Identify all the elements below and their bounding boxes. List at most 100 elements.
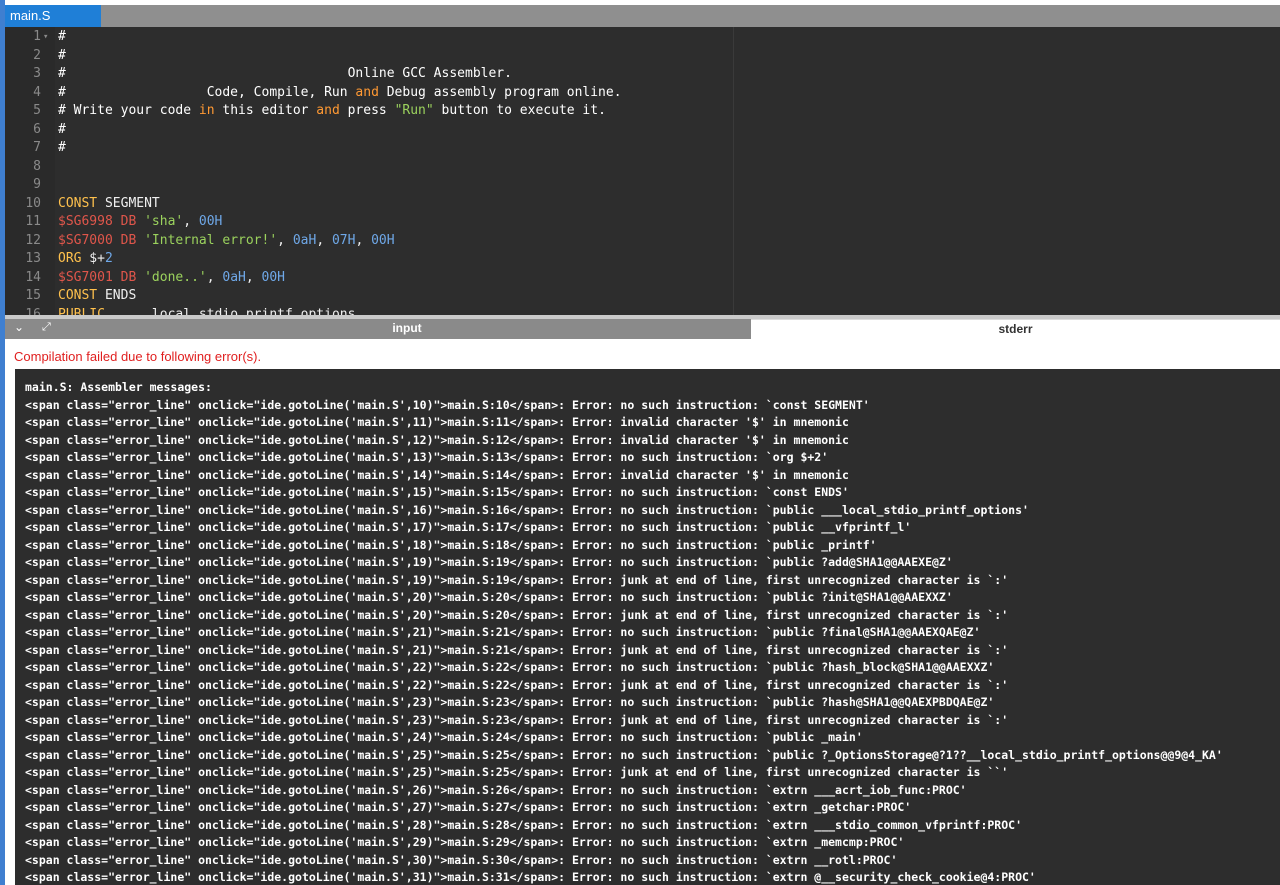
line-number: 8 xyxy=(33,158,41,174)
stderr-console: main.S: Assembler messages: <span class="… xyxy=(15,369,1280,885)
line-code: CONST ENDS xyxy=(58,287,136,306)
code-token: DB xyxy=(120,232,137,248)
code-token: Debug assembly program online. xyxy=(378,84,622,100)
stderr-line: <span class="error_line" onclick="ide.go… xyxy=(25,432,849,447)
line-number: 13 xyxy=(25,251,41,266)
stderr-line: <span class="error_line" onclick="ide.go… xyxy=(25,537,877,552)
stderr-line: <span class="error_line" onclick="ide.go… xyxy=(25,695,995,709)
code-token: # xyxy=(58,140,66,155)
line-number: 6 xyxy=(33,121,41,137)
code-token: , xyxy=(316,232,332,248)
line-number: 7 xyxy=(33,140,41,155)
code-line: 16 PUBLIC ___local_stdio_printf_options xyxy=(5,306,1280,316)
line-number: 10 xyxy=(25,195,41,211)
chevron-down-icon[interactable]: ⌄ xyxy=(14,320,24,334)
code-token: 00H xyxy=(261,269,286,285)
line-code: # Code, Compile, Run and Debug assembly … xyxy=(58,84,622,103)
code-line: 6 # xyxy=(5,121,1280,140)
panel-collapse-controls: ⌄ ⤢ xyxy=(5,319,63,339)
code-line: 3 # Online GCC Assembler. xyxy=(5,65,1280,84)
stderr-line: <span class="error_line" onclick="ide.go… xyxy=(25,660,995,674)
code-token: , xyxy=(277,232,293,248)
stderr-line: <span class="error_line" onclick="ide.go… xyxy=(25,555,953,569)
tab-main-s[interactable]: main.S xyxy=(5,5,101,27)
code-token: # Write your code xyxy=(58,103,199,118)
expand-icon[interactable]: ⤢ xyxy=(42,320,51,334)
code-token: 00H xyxy=(371,232,395,248)
code-token: $+ xyxy=(81,251,105,266)
stderr-line: <span class="error_line" onclick="ide.go… xyxy=(25,467,849,482)
code-line: 4 # Code, Compile, Run and Debug assembly… xyxy=(5,84,1280,103)
code-token: , xyxy=(206,269,223,285)
line-number: 1 xyxy=(33,29,41,44)
line-number: 16 xyxy=(25,306,41,316)
code-token: 07H xyxy=(331,232,356,248)
code-line: 12 $SG7000 DB 'Internal error!', 0aH, 07H… xyxy=(5,232,1280,251)
stderr-line: <span class="error_line" onclick="ide.go… xyxy=(25,590,953,604)
line-number: 15 xyxy=(25,288,41,303)
code-token: PUBLIC xyxy=(58,306,105,316)
code-token: $SG7001 xyxy=(58,269,113,285)
code-editor[interactable]: 1 ▾ #2 #3 # Online GCC Assembler. 4 # Code, Co… xyxy=(5,27,1280,315)
tab-stderr[interactable]: stderr xyxy=(751,319,1280,339)
line-code: # xyxy=(58,47,66,66)
code-token: in xyxy=(198,103,215,118)
stderr-line: <span class="error_line" onclick="ide.go… xyxy=(25,397,870,412)
code-token: 0aH xyxy=(292,232,317,248)
line-code: CONST SEGMENT xyxy=(58,195,160,214)
stderr-line: <span class="error_line" onclick="ide.go… xyxy=(25,607,1009,622)
code-token: and xyxy=(316,103,340,118)
code-token: 00H xyxy=(198,214,223,229)
line-number: 14 xyxy=(25,269,41,285)
stderr-line: <span class="error_line" onclick="ide.go… xyxy=(25,450,829,464)
file-tab-bar: main.S xyxy=(5,5,1280,27)
line-number: 5 xyxy=(33,103,41,118)
line-code: $SG7001 DB 'done..', 0aH, 00H xyxy=(58,269,285,288)
code-token: 'done..' xyxy=(144,269,207,285)
output-panel: Compilation failed due to following erro… xyxy=(5,339,1280,885)
code-token: # Online GCC Assembler. xyxy=(58,66,512,81)
stderr-line: <span class="error_line" onclick="ide.go… xyxy=(25,817,1022,832)
line-code: # xyxy=(58,139,66,158)
code-line: 1 ▾ # xyxy=(5,28,1280,47)
code-token: # xyxy=(58,121,66,137)
code-line: 9 xyxy=(5,176,1280,195)
code-token: ___local_stdio_printf_options xyxy=(104,306,356,316)
stderr-line: <span class="error_line" onclick="ide.go… xyxy=(25,870,1036,884)
line-code: # Online GCC Assembler. xyxy=(58,65,512,84)
code-token: ORG xyxy=(58,251,82,266)
stderr-line: main.S: Assembler messages: xyxy=(25,380,212,394)
stderr-line: <span class="error_line" onclick="ide.go… xyxy=(25,747,1223,762)
line-code: # xyxy=(58,121,66,140)
code-line: 8 xyxy=(5,158,1280,177)
line-code: # xyxy=(58,28,66,47)
line-code: $SG7000 DB 'Internal error!', 0aH, 07H, … xyxy=(58,232,395,251)
line-number: 4 xyxy=(33,84,41,100)
code-line: 14 $SG7001 DB 'done..', 0aH, 00H xyxy=(5,269,1280,288)
code-line: 11 $SG6998 DB 'sha', 00H xyxy=(5,213,1280,232)
line-number: 3 xyxy=(33,66,41,81)
stderr-line: <span class="error_line" onclick="ide.go… xyxy=(25,782,967,797)
stderr-line: <span class="error_line" onclick="ide.go… xyxy=(25,835,905,849)
line-code: ORG $+2 xyxy=(58,250,113,269)
code-token: DB xyxy=(120,214,137,229)
line-number: 12 xyxy=(25,232,41,248)
code-token: 2 xyxy=(104,251,113,266)
stderr-line: <span class="error_line" onclick="ide.go… xyxy=(25,852,898,867)
code-token: $SG7000 xyxy=(58,232,113,248)
code-token: button to execute it. xyxy=(433,103,606,118)
tab-input[interactable]: input xyxy=(63,319,751,339)
code-token: press xyxy=(339,103,395,118)
line-code: PUBLIC ___local_stdio_printf_options xyxy=(58,306,355,316)
code-line: 15 CONST ENDS xyxy=(5,287,1280,306)
code-line: 10 CONST SEGMENT xyxy=(5,195,1280,214)
fold-arrow-icon[interactable]: ▾ xyxy=(43,28,48,47)
code-token: 0aH xyxy=(222,269,246,285)
code-token: "Run" xyxy=(394,103,434,118)
compilation-error-message: Compilation failed due to following erro… xyxy=(14,349,262,364)
code-token: , xyxy=(245,269,262,285)
code-token: and xyxy=(355,84,379,100)
